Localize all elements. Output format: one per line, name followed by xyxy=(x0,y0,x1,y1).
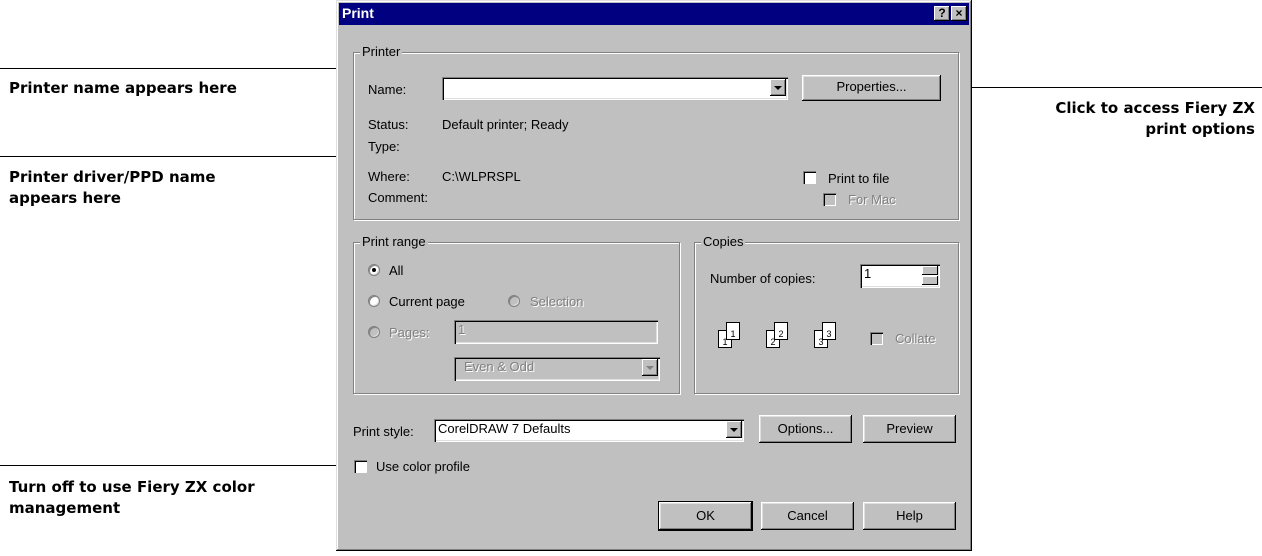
print-to-file-label[interactable]: Print to file xyxy=(828,171,889,186)
callout-access-line-1: Click to access Fiery ZX xyxy=(1055,99,1255,117)
where-label: Where: xyxy=(368,169,410,184)
title-bar: Print ? × xyxy=(339,3,969,25)
preview-button[interactable]: Preview xyxy=(863,415,956,443)
ok-button[interactable]: OK xyxy=(658,501,753,531)
chevron-down-icon[interactable] xyxy=(770,79,786,96)
comment-label: Comment: xyxy=(368,190,428,205)
printer-group-label: Printer xyxy=(360,44,403,59)
use-color-profile-label[interactable]: Use color profile xyxy=(376,459,470,474)
print-style-select[interactable]: CorelDRAW 7 Defaults xyxy=(434,419,744,442)
callout-driver-line-1: Printer driver/PPD name xyxy=(9,168,216,186)
copies-value: 1 xyxy=(864,266,872,281)
callout-color-line-2: management xyxy=(9,499,121,517)
spin-up-button[interactable] xyxy=(922,266,938,275)
close-button[interactable]: × xyxy=(951,6,967,21)
spin-down-button[interactable] xyxy=(922,276,938,285)
properties-button[interactable]: Properties... xyxy=(802,75,941,101)
even-odd-select: Even & Odd xyxy=(454,357,660,381)
print-to-file-checkbox[interactable] xyxy=(803,171,816,184)
selection-label: Selection xyxy=(530,294,584,309)
collate-checkbox xyxy=(870,332,883,345)
print-style-label: Print style: xyxy=(353,424,414,439)
callout-driver-line-2: appears here xyxy=(9,189,121,207)
number-of-copies-label: Number of copies: xyxy=(710,271,816,286)
all-radio[interactable] xyxy=(368,264,380,276)
pages-radio xyxy=(368,326,380,338)
copies-group-label: Copies xyxy=(701,234,746,249)
copies-spinner[interactable]: 1 xyxy=(860,264,940,288)
callout-driver-name: Printer driver/PPD name appears here xyxy=(9,167,216,209)
print-style-value: CorelDRAW 7 Defaults xyxy=(438,421,571,436)
pages-label: Pages: xyxy=(389,325,430,340)
status-value: Default printer; Ready xyxy=(442,117,569,132)
collate-label: Collate xyxy=(895,331,936,346)
collate-page-1b: 1 xyxy=(726,322,740,340)
status-label: Status: xyxy=(368,117,409,132)
current-page-label[interactable]: Current page xyxy=(389,294,465,309)
use-color-profile-checkbox[interactable] xyxy=(354,460,367,473)
dialog-title: Print xyxy=(342,5,374,21)
where-value: C:\WLPRSPL xyxy=(442,169,521,184)
leader-color-h xyxy=(0,465,360,466)
even-odd-value: Even & Odd xyxy=(464,359,535,374)
current-page-radio[interactable] xyxy=(368,295,380,307)
pages-value: 1 xyxy=(458,322,466,337)
callout-color-line-1: Turn off to use Fiery ZX color xyxy=(9,478,255,496)
print-range-label: Print range xyxy=(360,234,428,249)
collate-page-3b: 3 xyxy=(822,322,836,340)
printer-name-select[interactable] xyxy=(442,77,788,100)
options-button[interactable]: Options... xyxy=(759,415,852,443)
callout-printer-name: Printer name appears here xyxy=(9,79,237,97)
type-label: Type: xyxy=(368,139,400,154)
selection-radio xyxy=(508,295,520,307)
all-label[interactable]: All xyxy=(389,263,403,278)
collate-page-2b: 2 xyxy=(774,322,788,340)
chevron-down-icon xyxy=(642,359,658,376)
for-mac-checkbox xyxy=(823,193,836,206)
leader-options-h xyxy=(940,87,1262,88)
print-dialog: Print ? × Printer Name: Properties... St… xyxy=(336,0,972,551)
help-button[interactable]: Help xyxy=(863,502,956,530)
callout-color-management: Turn off to use Fiery ZX color managemen… xyxy=(9,477,255,519)
pages-input: 1 xyxy=(454,320,658,344)
chevron-down-icon[interactable] xyxy=(726,421,742,438)
for-mac-label: For Mac xyxy=(848,192,896,207)
name-label: Name: xyxy=(368,82,407,97)
callout-access-line-2: print options xyxy=(1145,120,1255,138)
cancel-button[interactable]: Cancel xyxy=(761,502,854,530)
help-question-button[interactable]: ? xyxy=(934,6,950,21)
callout-access-options: Click to access Fiery ZX print options xyxy=(1055,98,1255,140)
